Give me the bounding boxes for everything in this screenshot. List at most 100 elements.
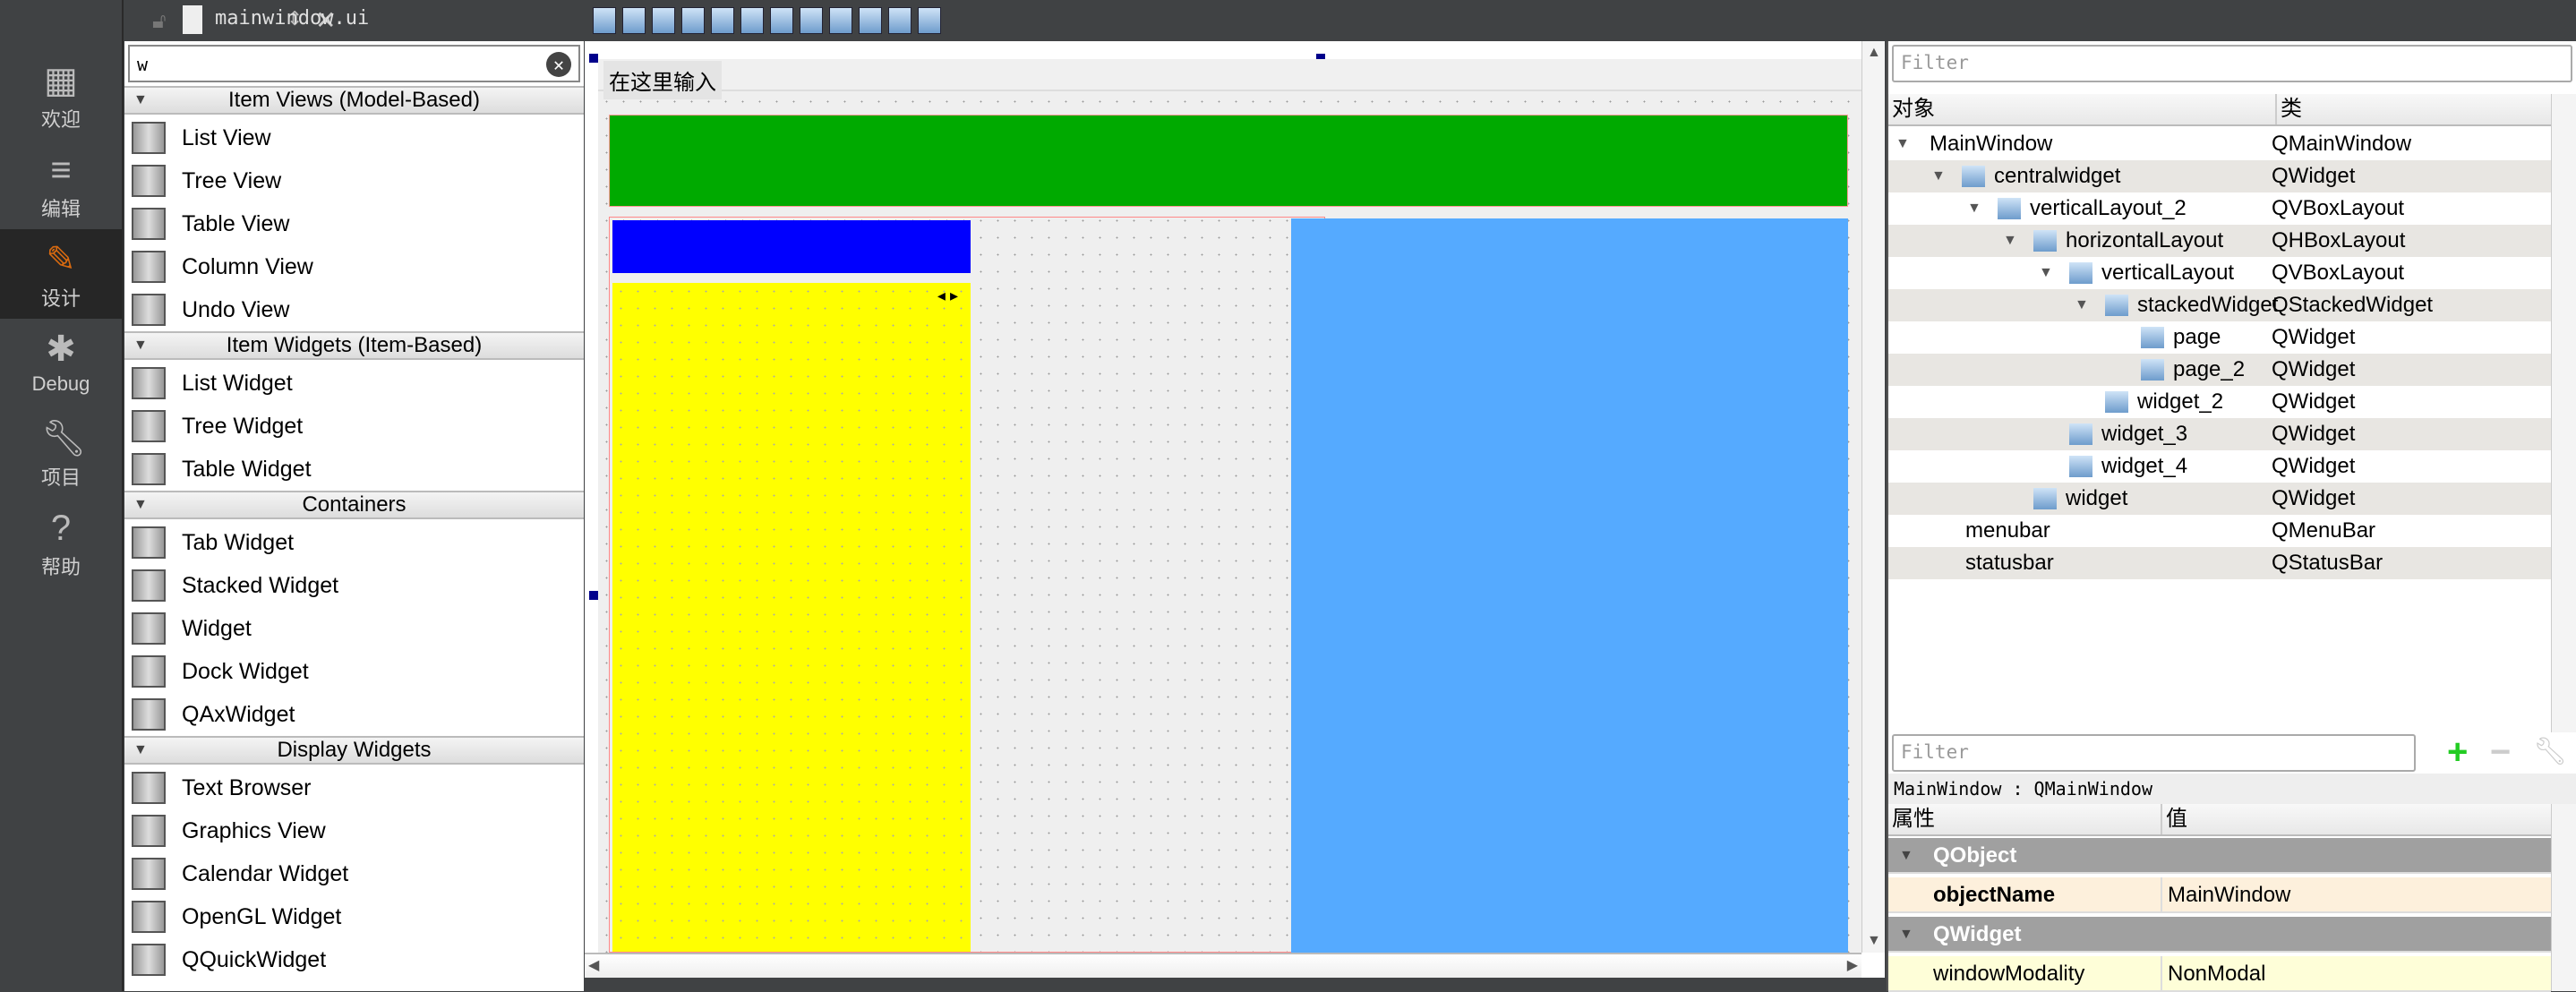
collapse-triangle-icon[interactable]: ▼: [133, 492, 148, 517]
collapse-triangle-icon[interactable]: ▼: [133, 738, 148, 763]
widget-item[interactable]: QQuickWidget: [124, 938, 584, 981]
menu-placeholder[interactable]: 在这里输入: [603, 61, 722, 99]
property-value[interactable]: NonModal: [2161, 956, 2265, 992]
widget-item[interactable]: Graphics View: [124, 809, 584, 852]
tree-row[interactable]: ▼ verticalLayout_2 QVBoxLayout: [1888, 192, 2551, 225]
widget-item[interactable]: OpenGL Widget: [124, 895, 584, 938]
collapse-triangle-icon[interactable]: ▼: [133, 88, 148, 113]
property-row[interactable]: windowModality NonModal: [1888, 956, 2551, 992]
selection-handle[interactable]: [589, 591, 598, 600]
category-header[interactable]: ▼ Item Widgets (Item-Based): [124, 331, 584, 360]
expand-triangle-icon[interactable]: ▼: [1967, 192, 1981, 225]
tree-row[interactable]: widget_4 QWidget: [1888, 450, 2551, 483]
col-property[interactable]: 属性: [1892, 804, 1935, 834]
widget-search-input[interactable]: w ✕: [128, 45, 580, 82]
widget-item[interactable]: Table View: [124, 202, 584, 245]
expand-triangle-icon[interactable]: ▼: [2039, 257, 2053, 289]
property-filter-input[interactable]: Filter: [1892, 734, 2416, 772]
vertical-scrollbar[interactable]: ▲ ▼: [1861, 41, 1885, 953]
layout-vertical-icon[interactable]: [740, 7, 764, 34]
widget-item[interactable]: Stacked Widget: [124, 564, 584, 607]
widget-item[interactable]: Tab Widget: [124, 521, 584, 564]
light-blue-widget[interactable]: [1291, 218, 1848, 953]
col-class[interactable]: 类: [2275, 94, 2302, 124]
widget-item[interactable]: Tree Widget: [124, 405, 584, 448]
widget-item[interactable]: List View: [124, 116, 584, 159]
layout-horizontal-icon[interactable]: [711, 7, 734, 34]
lock-icon[interactable]: 🔓︎: [152, 9, 167, 34]
col-value[interactable]: 值: [2161, 804, 2187, 834]
tree-row[interactable]: widget QWidget: [1888, 483, 2551, 515]
adjust-size-icon[interactable]: [918, 7, 941, 34]
mode-4[interactable]: 🔧︎ 项目: [0, 408, 122, 498]
file-name[interactable]: mainwindow.ui: [215, 7, 369, 30]
widget-item[interactable]: Column View: [124, 245, 584, 288]
layout-v-splitter-icon[interactable]: [800, 7, 823, 34]
col-object[interactable]: 对象: [1892, 94, 1935, 124]
layout-grid-icon[interactable]: [859, 7, 882, 34]
widget-item[interactable]: Dock Widget: [124, 650, 584, 693]
edit-signals-icon[interactable]: [622, 7, 646, 34]
widget-item[interactable]: Tree View: [124, 159, 584, 202]
expand-triangle-icon[interactable]: ▼: [2075, 289, 2089, 321]
edit-buddies-icon[interactable]: [652, 7, 675, 34]
clear-search-icon[interactable]: ✕: [546, 52, 571, 77]
tree-row[interactable]: ▼ horizontalLayout QHBoxLayout: [1888, 225, 2551, 257]
layout-h-splitter-icon[interactable]: [770, 7, 793, 34]
widget-item[interactable]: QAxWidget: [124, 693, 584, 736]
add-property-icon[interactable]: +: [2447, 732, 2468, 773]
layout-form-icon[interactable]: [829, 7, 852, 34]
mode-0[interactable]: ▦ 欢迎: [0, 50, 122, 140]
tree-row[interactable]: ▼ centralwidget QWidget: [1888, 160, 2551, 192]
tree-row[interactable]: page QWidget: [1888, 321, 2551, 354]
mode-5[interactable]: ? 帮助: [0, 498, 122, 587]
collapse-triangle-icon[interactable]: ▼: [133, 333, 148, 358]
mode-2[interactable]: ✎ 设计: [0, 229, 122, 319]
menubar[interactable]: 在这里输入: [598, 59, 1861, 99]
widget-item[interactable]: Widget: [124, 607, 584, 650]
widget-item[interactable]: List Widget: [124, 362, 584, 405]
category-header[interactable]: ▼ Containers: [124, 491, 584, 519]
tree-row[interactable]: page_2 QWidget: [1888, 354, 2551, 386]
tree-row[interactable]: ▼ stackedWidget QStackedWidget: [1888, 289, 2551, 321]
configure-wrench-icon[interactable]: 🔧︎: [2533, 736, 2567, 767]
tree-row[interactable]: statusbar QStatusBar: [1888, 547, 2551, 579]
category-header[interactable]: ▼ Display Widgets: [124, 736, 584, 765]
break-layout-icon[interactable]: [888, 7, 911, 34]
tree-row[interactable]: ▼ MainWindow QMainWindow: [1888, 128, 2551, 160]
tree-scrollbar[interactable]: [2551, 94, 2576, 732]
property-group[interactable]: ▼ QWidget: [1888, 917, 2551, 953]
widget-item[interactable]: Undo View: [124, 288, 584, 331]
remove-property-icon[interactable]: −: [2490, 732, 2511, 773]
tree-row[interactable]: widget_2 QWidget: [1888, 386, 2551, 418]
horizontal-scrollbar[interactable]: ◀ ▶: [585, 953, 1861, 978]
property-scrollbar[interactable]: [2551, 804, 2576, 991]
category-header[interactable]: ▼ Item Views (Model-Based): [124, 86, 584, 115]
expand-triangle-icon[interactable]: ▼: [1896, 128, 1910, 160]
tree-row[interactable]: menubar QMenuBar: [1888, 515, 2551, 547]
main-window-form[interactable]: 在这里输入 ◂ ▸: [598, 59, 1861, 954]
tree-row[interactable]: widget_3 QWidget: [1888, 418, 2551, 450]
widget-item[interactable]: Text Browser: [124, 766, 584, 809]
widget-item[interactable]: Table Widget: [124, 448, 584, 491]
property-row[interactable]: objectName MainWindow: [1888, 877, 2551, 913]
edit-widgets-icon[interactable]: [593, 7, 616, 34]
expand-triangle-icon[interactable]: ▼: [1931, 160, 1946, 192]
widget-item-label: Graphics View: [182, 818, 326, 843]
expand-triangle-icon[interactable]: ▼: [2003, 225, 2017, 257]
selection-handle[interactable]: [589, 54, 598, 63]
tree-row[interactable]: ▼ verticalLayout QVBoxLayout: [1888, 257, 2551, 289]
edit-tab-order-icon[interactable]: [681, 7, 705, 34]
widget-item[interactable]: Calendar Widget: [124, 852, 584, 895]
form-editor[interactable]: 在这里输入 ◂ ▸ ▲ ▼ ◀ ▶: [585, 41, 1885, 978]
collapse-triangle-icon[interactable]: ▼: [1899, 917, 1913, 953]
object-filter-input[interactable]: Filter: [1892, 45, 2572, 82]
horizontal-layout-frame: [609, 217, 1325, 953]
green-widget[interactable]: [609, 115, 1848, 207]
property-name: objectName: [1933, 883, 2056, 907]
property-group[interactable]: ▼ QObject: [1888, 838, 2551, 874]
mode-1[interactable]: ≡ 编辑: [0, 140, 122, 229]
property-value[interactable]: MainWindow: [2161, 877, 2290, 913]
mode-3[interactable]: ✱ Debug: [0, 319, 122, 408]
collapse-triangle-icon[interactable]: ▼: [1899, 838, 1913, 874]
